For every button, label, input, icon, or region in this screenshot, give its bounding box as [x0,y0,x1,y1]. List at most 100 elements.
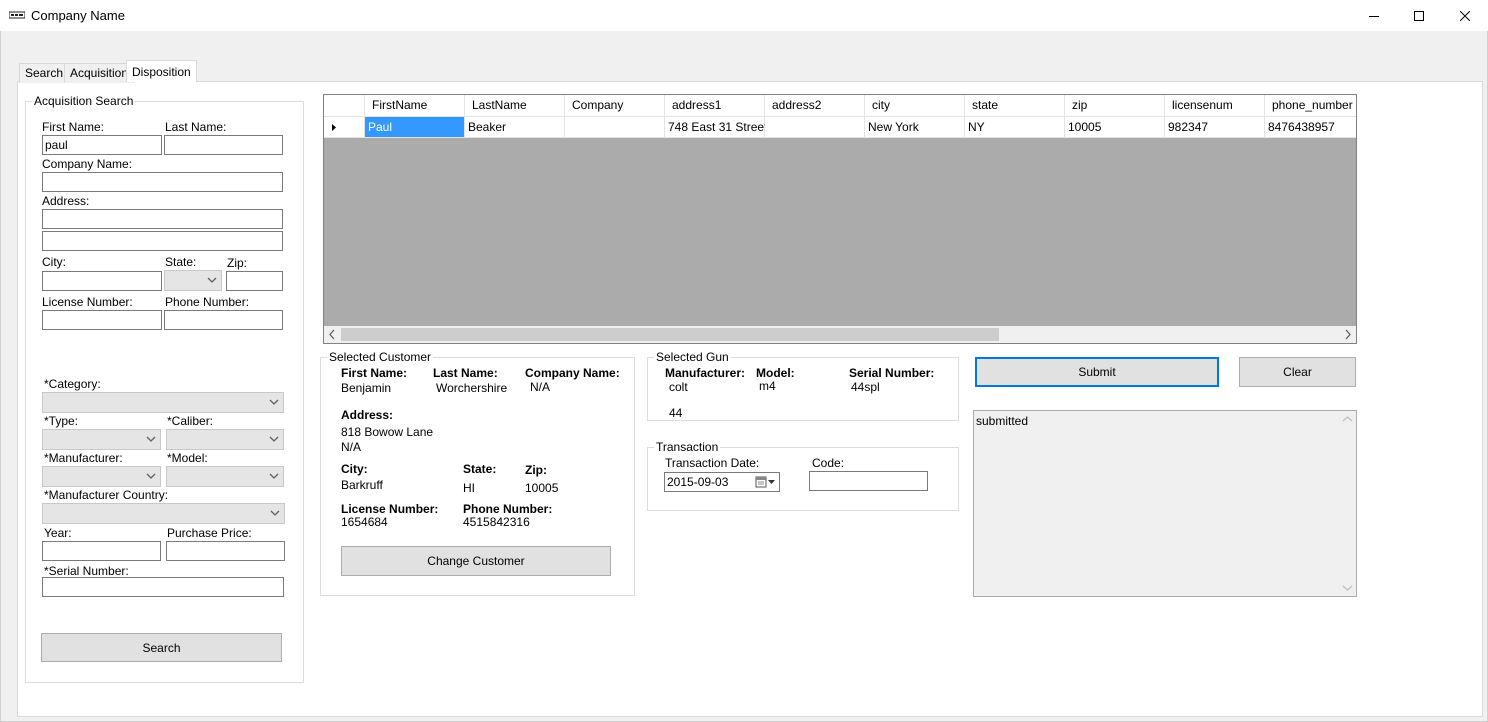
close-icon [1460,10,1470,21]
minimize-button[interactable] [1351,0,1397,31]
manufacturer-select[interactable] [42,466,161,487]
zip-label: Zip: [227,256,248,270]
status-log-text: submitted [976,414,1029,428]
customer-first-name: Benjamin [341,381,392,395]
status-log[interactable]: submitted [973,410,1357,597]
type-select[interactable] [42,429,161,450]
customer-address-line1: 818 Bowow Lane [341,425,434,439]
change-customer-button[interactable]: Change Customer [341,546,611,576]
manufacturer-country-label: *Manufacturer Country: [44,488,169,502]
grid-header-zip[interactable]: zip [1065,95,1165,117]
grid-cell-licensenum[interactable]: 982347 [1165,117,1265,138]
state-label: State: [165,255,197,269]
zip-input[interactable] [226,271,283,291]
results-grid[interactable]: FirstName LastName Company address1 address2… [323,94,1357,344]
caliber-select[interactable] [166,429,284,450]
row-selector[interactable] [324,117,365,138]
purchase-price-input[interactable] [166,541,285,561]
scroll-left-icon[interactable] [324,326,341,343]
state-select[interactable] [164,270,222,291]
grid-cell-city[interactable]: New York [865,117,965,138]
grid-header-address1[interactable]: address1 [665,95,765,117]
calendar-dropdown-icon[interactable] [755,475,777,489]
model-label: *Model: [167,451,208,465]
transaction-date-picker[interactable]: 2015-09-03 [664,472,780,492]
address-line1-input[interactable] [42,209,283,229]
maximize-button[interactable] [1396,0,1442,31]
year-input[interactable] [42,541,161,561]
grid-cell-firstname[interactable]: Paul [365,117,465,138]
last-name-input[interactable] [164,135,283,155]
address-line2-input[interactable] [42,231,283,251]
first-name-label: First Name: [42,120,105,134]
grid-cell-lastname[interactable]: Beaker [465,117,565,138]
tab-acquisition[interactable]: Acquisition [64,63,135,83]
grid-cell-phone-number[interactable]: 8476438957 [1265,117,1356,138]
code-input[interactable] [809,471,928,491]
chevron-down-icon [269,473,279,479]
chevron-down-icon [269,399,279,405]
grid-header-address2[interactable]: address2 [765,95,865,117]
chevron-down-icon [269,436,279,442]
tab-search[interactable]: Search [19,63,70,83]
city-input[interactable] [42,271,162,291]
log-vertical-scrollbar[interactable] [1339,411,1356,596]
category-label: *Category: [44,377,101,391]
grid-cell-address1[interactable]: 748 East 31 Street [665,117,767,138]
customer-state: HI [463,481,475,495]
grid-cell-company[interactable] [565,117,665,138]
gun-extra-value: 44 [669,406,683,420]
scroll-right-icon[interactable] [1339,326,1356,343]
chevron-down-icon [207,277,217,283]
customer-first-name-label: First Name: [341,366,408,380]
manufacturer-label: *Manufacturer: [44,451,123,465]
current-row-arrow-icon [332,124,336,131]
grid-header-company[interactable]: Company [565,95,665,117]
model-select[interactable] [166,466,284,487]
clear-button[interactable]: Clear [1239,357,1356,387]
scroll-up-icon[interactable] [1339,411,1356,428]
grid-cell-address2[interactable] [765,117,865,138]
license-number-label: License Number: [42,295,133,309]
chevron-down-icon [146,436,156,442]
customer-last-name: Worchershire [436,381,508,395]
grid-scroll-thumb[interactable] [341,328,999,341]
close-button[interactable] [1442,0,1488,31]
transaction-date-value: 2015-09-03 [667,475,729,489]
search-button[interactable]: Search [41,633,282,662]
gun-model: m4 [759,379,776,393]
grid-header-lastname[interactable]: LastName [465,95,565,117]
scroll-down-icon[interactable] [1339,579,1356,596]
company-name-label: Company Name: [42,157,133,171]
company-name-input[interactable] [42,172,283,192]
city-label: City: [42,255,66,269]
grid-header-city[interactable]: city [865,95,965,117]
grid-horizontal-scrollbar[interactable] [324,326,1356,343]
category-select[interactable] [42,392,284,413]
transaction-date-label: Transaction Date: [665,456,760,470]
submit-button[interactable]: Submit [975,357,1219,387]
purchase-price-label: Purchase Price: [167,526,252,540]
phone-number-label: Phone Number: [165,295,250,309]
grid-header-licensenum[interactable]: licensenum [1165,95,1265,117]
grid-cell-state[interactable]: NY [965,117,1065,138]
app-icon [9,11,25,19]
phone-number-input[interactable] [164,310,283,330]
last-name-label: Last Name: [165,120,227,134]
type-label: *Type: [44,414,79,428]
maximize-icon [1414,10,1424,21]
customer-address-label: Address: [341,408,394,422]
row-header-corner [324,95,365,117]
grid-header-firstname[interactable]: FirstName [365,95,465,117]
window-title: Company Name [31,8,125,23]
grid-cell-zip[interactable]: 10005 [1065,117,1165,138]
license-number-input[interactable] [42,310,162,330]
manufacturer-country-select[interactable] [42,503,285,524]
customer-zip-label: Zip: [525,463,547,477]
first-name-input[interactable]: paul [42,135,162,155]
minimize-icon [1369,15,1379,17]
grid-header-phone-number[interactable]: phone_number [1265,95,1356,117]
tab-disposition[interactable]: Disposition [126,60,197,82]
serial-number-input[interactable] [42,577,284,597]
grid-header-state[interactable]: state [965,95,1065,117]
